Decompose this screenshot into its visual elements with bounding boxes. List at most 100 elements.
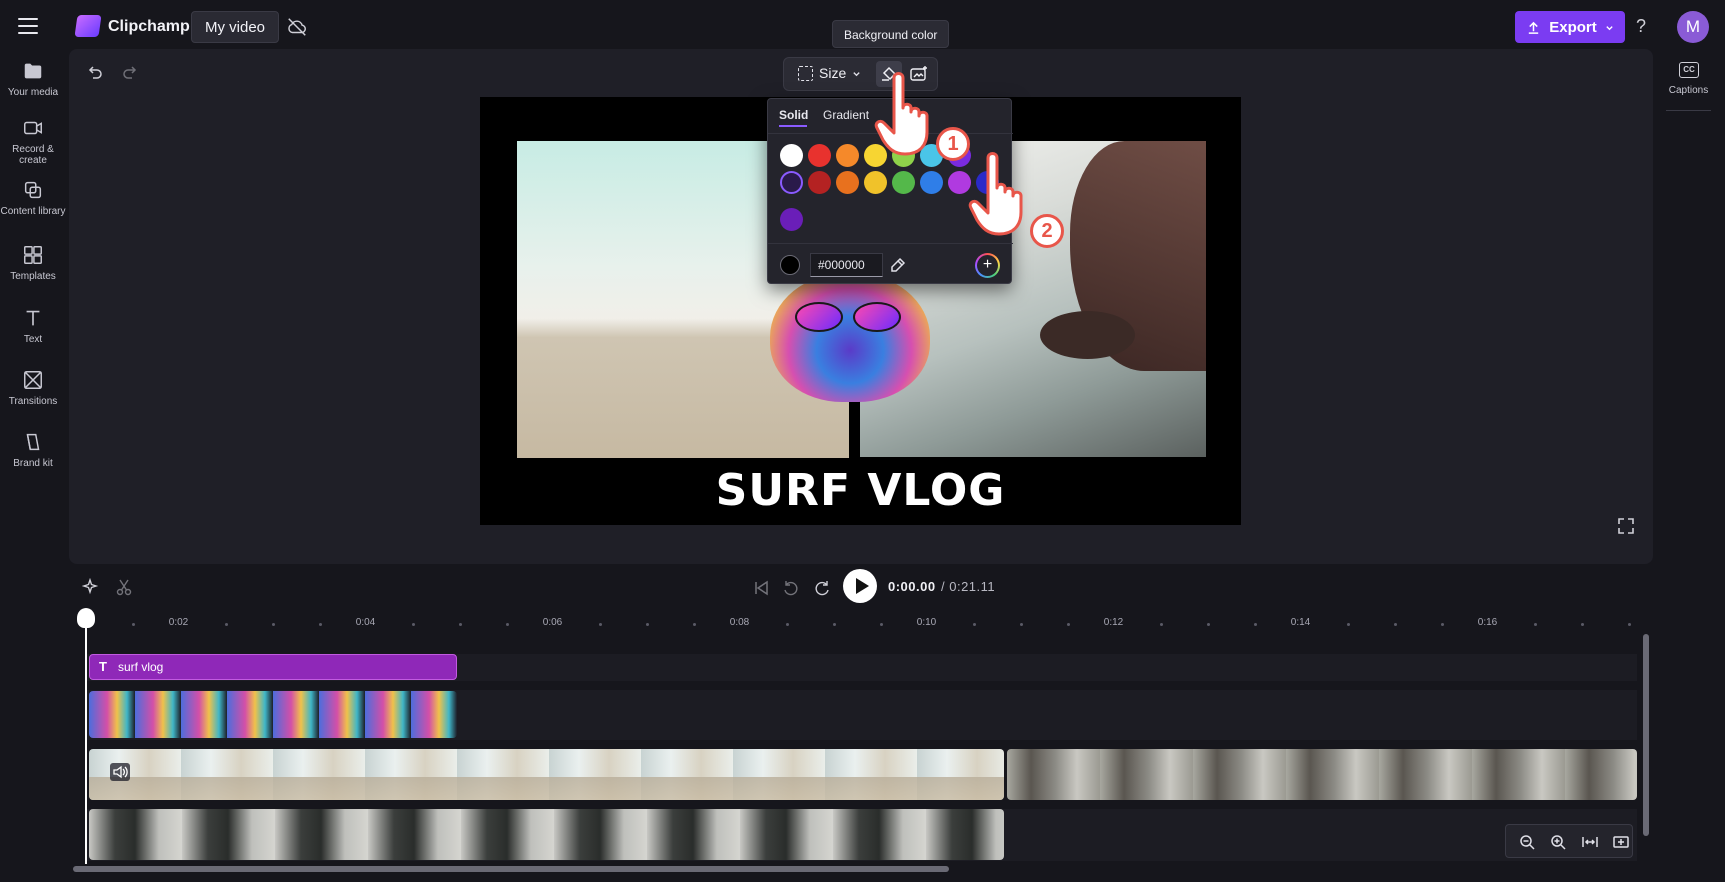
hamburger-menu-icon[interactable] <box>16 16 40 36</box>
sidebar-item-your-media[interactable]: Your media <box>0 60 66 98</box>
ruler-tick <box>1440 623 1444 626</box>
color-swatch[interactable] <box>892 171 915 194</box>
add-track-icon[interactable] <box>1612 833 1630 851</box>
left-sidebar: Your media Record & create Content libra… <box>0 54 66 882</box>
ruler-tick <box>318 623 322 626</box>
step-badge-1: 1 <box>936 127 970 161</box>
color-swatch[interactable] <box>780 171 803 194</box>
ruler-tick <box>1207 623 1210 626</box>
ruler-tick <box>225 623 229 626</box>
hex-color-input[interactable] <box>810 253 883 277</box>
color-swatch[interactable] <box>836 144 859 167</box>
size-button[interactable]: Size <box>798 65 861 81</box>
color-swatch[interactable] <box>808 144 831 167</box>
volume-icon[interactable] <box>110 763 130 781</box>
undo-icon[interactable] <box>86 63 104 81</box>
cloud-sync-off-icon[interactable] <box>286 16 308 38</box>
captions-icon[interactable]: CC <box>1679 62 1699 78</box>
ruler-tick <box>459 623 462 626</box>
user-avatar[interactable]: M <box>1677 11 1709 43</box>
sidebar-item-label: Templates <box>10 271 56 282</box>
vertical-scrollbar[interactable] <box>1643 634 1649 836</box>
rewind-5-icon[interactable] <box>782 578 800 598</box>
fullscreen-icon[interactable] <box>1617 517 1635 535</box>
add-custom-color-button[interactable]: + <box>975 253 1000 278</box>
folder-icon <box>22 60 44 82</box>
zoom-out-icon[interactable] <box>1518 833 1536 851</box>
clip-thumbnail-strip <box>89 777 1004 800</box>
sidebar-item-label: Content library <box>0 206 66 217</box>
captions-divider <box>1666 110 1711 111</box>
chevron-down-icon <box>853 71 860 76</box>
ruler-tick <box>1253 623 1257 626</box>
sea-rock <box>1040 311 1135 359</box>
ruler-tick <box>599 623 603 626</box>
help-icon[interactable]: ? <box>1636 16 1646 37</box>
background-color-tooltip: Background color <box>832 20 950 48</box>
text-clip[interactable]: T surf vlog <box>89 654 457 680</box>
tab-gradient[interactable]: Gradient <box>823 108 869 122</box>
ruler-tick <box>131 623 135 626</box>
sidebar-item-label: Text <box>23 334 43 345</box>
beach-video-clip[interactable] <box>89 749 1004 800</box>
text-clip-label: surf vlog <box>118 660 164 674</box>
picker-divider <box>768 243 1013 244</box>
koala-sticker <box>770 272 930 402</box>
active-tab-indicator <box>779 125 807 127</box>
ruler-tick <box>879 623 883 626</box>
right-panel: CC Captions <box>1652 54 1725 882</box>
export-button[interactable]: Export <box>1515 11 1625 43</box>
sidebar-item-label: Brand kit <box>13 458 53 469</box>
koala-sticker-clip[interactable] <box>89 691 457 738</box>
transitions-icon <box>22 369 44 391</box>
camera-icon <box>22 117 44 139</box>
sidebar-item-content-library[interactable]: Content library <box>0 179 66 217</box>
current-color-preview <box>780 255 800 275</box>
ruler-tick-label: 0:12 <box>1103 617 1124 628</box>
ruler-tick-label: 0:14 <box>1290 617 1311 628</box>
rocks-video-clip[interactable] <box>1007 749 1637 800</box>
ruler-tick <box>973 623 977 626</box>
sidebar-item-label: Your media <box>7 87 59 98</box>
color-swatch[interactable] <box>780 208 803 231</box>
color-swatch[interactable] <box>864 171 887 194</box>
color-swatch[interactable] <box>808 171 831 194</box>
color-swatch[interactable] <box>920 171 943 194</box>
resize-frame-icon <box>798 65 813 81</box>
eyedropper-icon[interactable] <box>889 256 907 274</box>
hand-pointer-icon <box>966 150 1036 240</box>
magic-sparkle-icon[interactable] <box>81 577 100 596</box>
timeline-ruler[interactable]: 0:02 0:04 0:06 0:08 0:10 0:12 0:14 0:16 <box>69 606 1653 632</box>
ruler-tick <box>1160 623 1164 626</box>
captions-label[interactable]: Captions <box>1652 85 1725 96</box>
redo-icon[interactable] <box>121 63 139 81</box>
ruler-tick <box>692 623 696 626</box>
current-time: 0:00.00 <box>888 579 936 594</box>
video-title-overlay[interactable]: SURF VLOG <box>480 465 1241 516</box>
ruler-tick <box>272 623 275 626</box>
fit-to-width-icon[interactable] <box>1581 833 1599 851</box>
color-swatch[interactable] <box>836 171 859 194</box>
scissors-icon[interactable] <box>115 578 133 596</box>
forward-5-icon[interactable] <box>813 578 831 598</box>
project-name-button[interactable]: My video <box>191 11 280 43</box>
rocks-video-clip-2[interactable] <box>89 809 1004 860</box>
sidebar-item-transitions[interactable]: Transitions <box>0 369 66 407</box>
sidebar-item-templates[interactable]: Templates <box>0 244 66 282</box>
tab-solid[interactable]: Solid <box>779 108 808 122</box>
play-button[interactable] <box>843 569 877 603</box>
color-swatch[interactable] <box>780 144 803 167</box>
ruler-tick-label: 0:02 <box>168 617 189 628</box>
zoom-in-icon[interactable] <box>1549 833 1567 851</box>
horizontal-scrollbar[interactable] <box>73 866 949 872</box>
ruler-tick-label: 0:06 <box>542 617 563 628</box>
sidebar-item-text[interactable]: Text <box>0 307 66 345</box>
ruler-tick-label: 0:04 <box>355 617 376 628</box>
ruler-tick <box>412 623 416 626</box>
sidebar-item-record-create[interactable]: Record & create <box>0 117 66 166</box>
ruler-tick <box>1394 623 1397 626</box>
sidebar-item-brand-kit[interactable]: Brand kit <box>0 431 66 469</box>
skip-to-start-icon[interactable] <box>752 578 770 598</box>
brand-name: Clipchamp <box>108 18 190 35</box>
text-icon: T <box>99 659 107 674</box>
